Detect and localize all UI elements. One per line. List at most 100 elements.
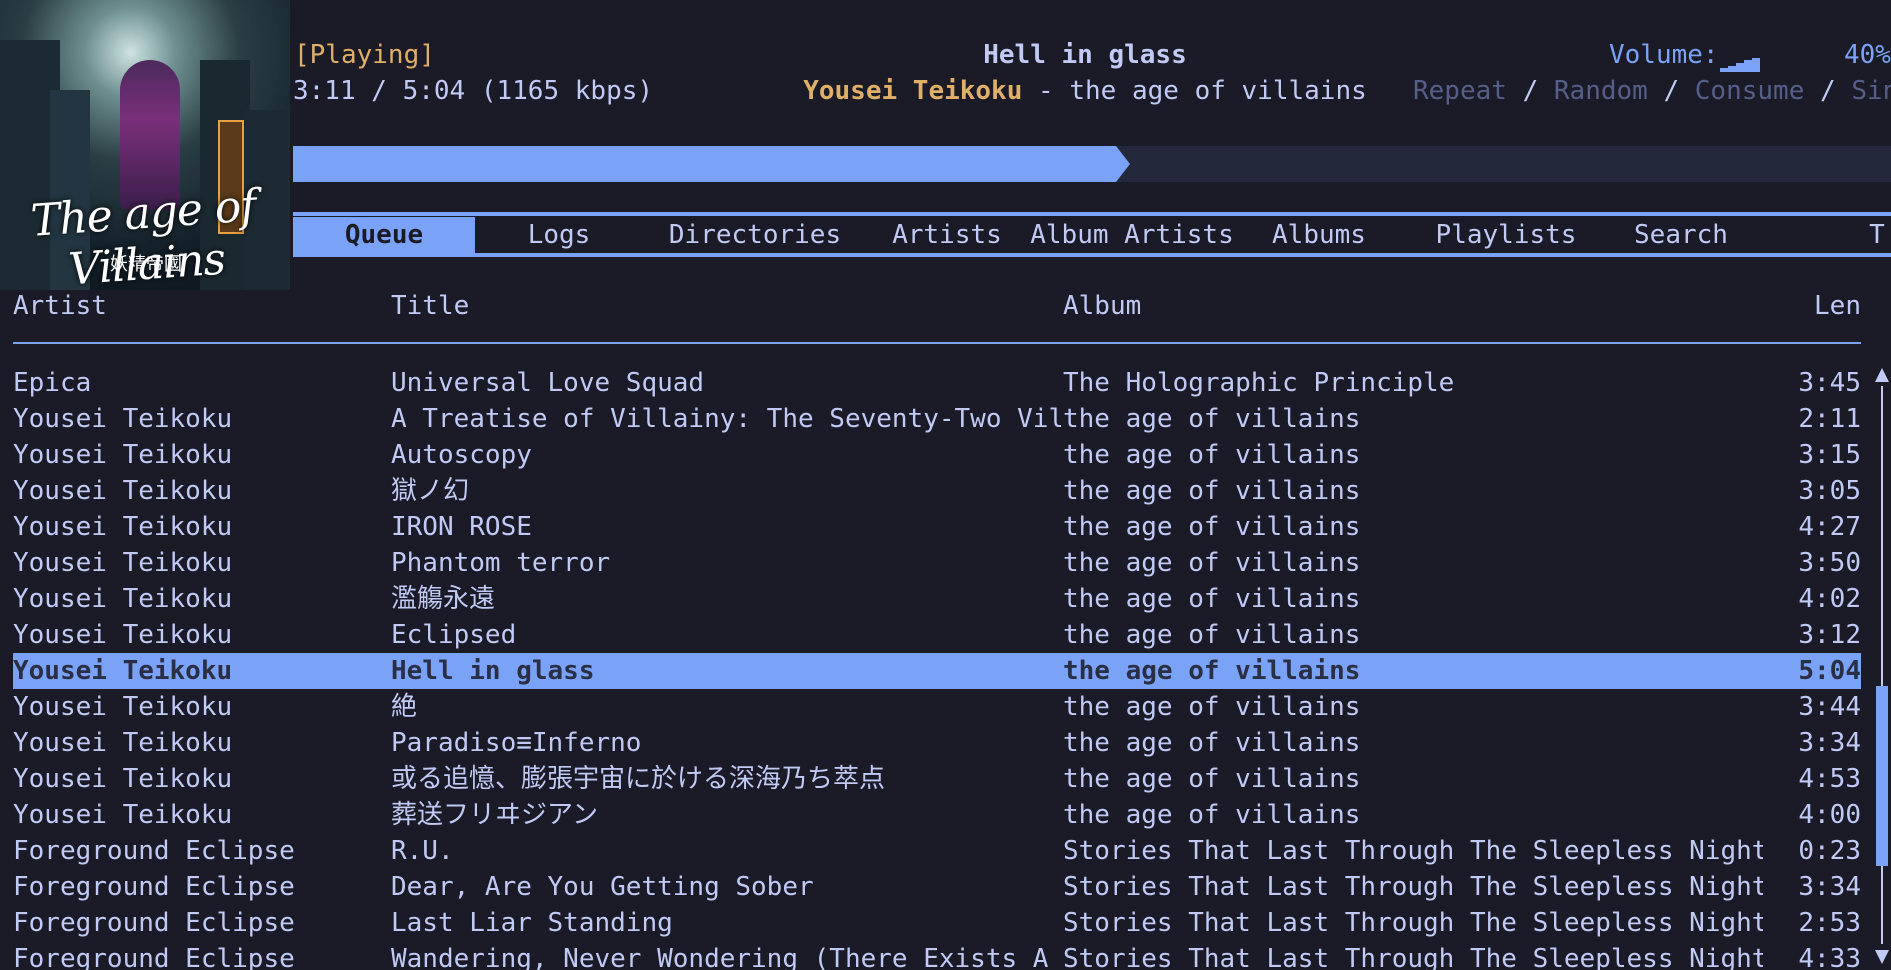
row-length: 2:11	[1798, 404, 1861, 434]
row-album: The Holographic Principle	[1063, 368, 1455, 398]
row-length: 5:04	[1798, 656, 1861, 686]
now-playing-album: the age of villains	[1069, 76, 1367, 106]
row-title: Hell in glass	[391, 656, 595, 686]
progress-bar-tip	[1116, 146, 1130, 182]
row-album: the age of villains	[1063, 548, 1361, 578]
row-artist: Yousei Teikoku	[13, 620, 233, 650]
row-artist: Yousei Teikoku	[13, 800, 233, 830]
table-row[interactable]: Yousei Teikoku 濫觴永遠 the age of villains 4:0…	[13, 581, 1861, 617]
table-row[interactable]: Yousei Teikoku 或る追憶、膨張宇宙に於ける深海乃ち萃点 the age…	[13, 761, 1861, 797]
playback-modes: Repeat / Random / Consume / Single	[1413, 76, 1891, 106]
row-length: 4:02	[1798, 584, 1861, 614]
table-row-selected[interactable]: Yousei Teikoku Hell in glass the age of vi…	[13, 653, 1861, 689]
row-artist: Yousei Teikoku	[13, 692, 233, 722]
table-row[interactable]: Yousei Teikoku A Treatise of Villainy: Th…	[13, 401, 1861, 437]
tab-logs[interactable]: Logs	[475, 217, 643, 253]
row-length: 3:05	[1798, 476, 1861, 506]
table-row[interactable]: Yousei Teikoku Autoscopy the age of villai…	[13, 437, 1861, 473]
column-header-length[interactable]: Len	[1761, 291, 1861, 321]
row-artist: Yousei Teikoku	[13, 584, 233, 614]
row-artist: Yousei Teikoku	[13, 512, 233, 542]
row-length: 2:53	[1798, 908, 1861, 938]
row-artist: Yousei Teikoku	[13, 548, 233, 578]
row-album: Stories That Last Through The Sleepless …	[1063, 944, 1763, 970]
row-length: 3:15	[1798, 440, 1861, 470]
table-row[interactable]: Yousei Teikoku 葬送フリヰジアン the age of villain…	[13, 797, 1861, 833]
volume-meter[interactable]	[1720, 56, 1762, 72]
mode-separator: /	[1647, 76, 1695, 106]
row-artist: Yousei Teikoku	[13, 440, 233, 470]
row-artist: Yousei Teikoku	[13, 728, 233, 758]
row-length: 4:53	[1798, 764, 1861, 794]
table-row[interactable]: Foreground Eclipse Wandering, Never Wonde…	[13, 941, 1861, 970]
row-artist: Foreground Eclipse	[13, 872, 295, 902]
row-album: the age of villains	[1063, 764, 1361, 794]
table-row[interactable]: Yousei Teikoku Eclipsed the age of villain…	[13, 617, 1861, 653]
row-title: Wandering, Never Wondering (There Exists…	[391, 944, 1061, 970]
tab-artists[interactable]: Artists	[867, 217, 1027, 253]
row-title: IRON ROSE	[391, 512, 532, 542]
volume-label: Volume:	[1609, 40, 1719, 70]
table-row[interactable]: Yousei Teikoku IRON ROSE the age of villai…	[13, 509, 1861, 545]
row-artist: Yousei Teikoku	[13, 404, 233, 434]
row-album: Stories That Last Through The Sleepless …	[1063, 908, 1763, 938]
row-album: Stories That Last Through The Sleepless …	[1063, 872, 1763, 902]
row-title: Autoscopy	[391, 440, 532, 470]
tab-album-artists[interactable]: Album Artists	[1027, 217, 1237, 253]
row-length: 4:27	[1798, 512, 1861, 542]
row-album: the age of villains	[1063, 584, 1361, 614]
tab-directories[interactable]: Directories	[643, 217, 867, 253]
row-title: 葬送フリヰジアン	[391, 800, 598, 830]
row-length: 3:34	[1798, 872, 1861, 902]
tab-search[interactable]: Search	[1611, 217, 1751, 253]
single-mode-toggle[interactable]: Single	[1851, 76, 1891, 106]
row-artist: Yousei Teikoku	[13, 476, 233, 506]
row-album: the age of villains	[1063, 800, 1361, 830]
repeat-mode-toggle[interactable]: Repeat	[1413, 76, 1507, 106]
row-length: 3:50	[1798, 548, 1861, 578]
tab-queue[interactable]: Queue	[293, 217, 475, 253]
scrollbar-thumb[interactable]	[1876, 686, 1888, 866]
consume-mode-toggle[interactable]: Consume	[1695, 76, 1805, 106]
row-title: 或る追憶、膨張宇宙に於ける深海乃ち萃点	[391, 764, 886, 794]
tab-truncated[interactable]: T	[1863, 217, 1891, 253]
row-length: 4:33	[1798, 944, 1861, 970]
scroll-down-arrow-icon[interactable]	[1875, 950, 1889, 964]
row-artist: Yousei Teikoku	[13, 656, 233, 686]
row-title: Eclipsed	[391, 620, 517, 650]
now-playing-separator: -	[1022, 76, 1070, 106]
table-row[interactable]: Foreground Eclipse Last Liar Standing Stor…	[13, 905, 1861, 941]
table-row[interactable]: Foreground Eclipse Dear, Are You Getting …	[13, 869, 1861, 905]
now-playing-title: Hell in glass	[983, 40, 1187, 70]
random-mode-toggle[interactable]: Random	[1554, 76, 1648, 106]
table-row[interactable]: Yousei Teikoku Phantom terror the age of v…	[13, 545, 1861, 581]
volume-value: 40%	[1844, 40, 1891, 70]
table-row[interactable]: Yousei Teikoku 獄ノ幻 the age of villains 3:05	[13, 473, 1861, 509]
scroll-up-arrow-icon[interactable]	[1875, 368, 1889, 382]
row-artist: Foreground Eclipse	[13, 944, 295, 970]
column-header-title[interactable]: Title	[391, 291, 469, 321]
tab-albums[interactable]: Albums	[1237, 217, 1401, 253]
tabs-border-top	[293, 212, 1891, 216]
table-row[interactable]: Foreground Eclipse R.U. Stories That Last …	[13, 833, 1861, 869]
column-header-artist[interactable]: Artist	[13, 291, 107, 321]
row-length: 3:44	[1798, 692, 1861, 722]
table-row[interactable]: Yousei Teikoku Paradiso≡Inferno the age of…	[13, 725, 1861, 761]
row-length: 0:23	[1798, 836, 1861, 866]
row-length: 3:12	[1798, 620, 1861, 650]
tab-playlists[interactable]: Playlists	[1401, 217, 1611, 253]
row-album: the age of villains	[1063, 656, 1361, 686]
column-header-album[interactable]: Album	[1063, 291, 1141, 321]
row-artist: Yousei Teikoku	[13, 764, 233, 794]
row-title: Last Liar Standing	[391, 908, 673, 938]
progress-bar-fill	[293, 146, 1116, 182]
table-row[interactable]: Epica Universal Love Squad The Holographic…	[13, 365, 1861, 401]
row-title: Paradiso≡Inferno	[391, 728, 642, 758]
now-playing-artist: Yousei Teikoku	[803, 76, 1023, 106]
table-row[interactable]: Yousei Teikoku 絶 the age of villains 3:44	[13, 689, 1861, 725]
mode-separator: /	[1804, 76, 1852, 106]
row-title: Universal Love Squad	[391, 368, 705, 398]
row-title: Dear, Are You Getting Sober	[391, 872, 814, 902]
row-title: A Treatise of Villainy: The Seventy-Two …	[391, 404, 1061, 434]
row-album: the age of villains	[1063, 620, 1361, 650]
